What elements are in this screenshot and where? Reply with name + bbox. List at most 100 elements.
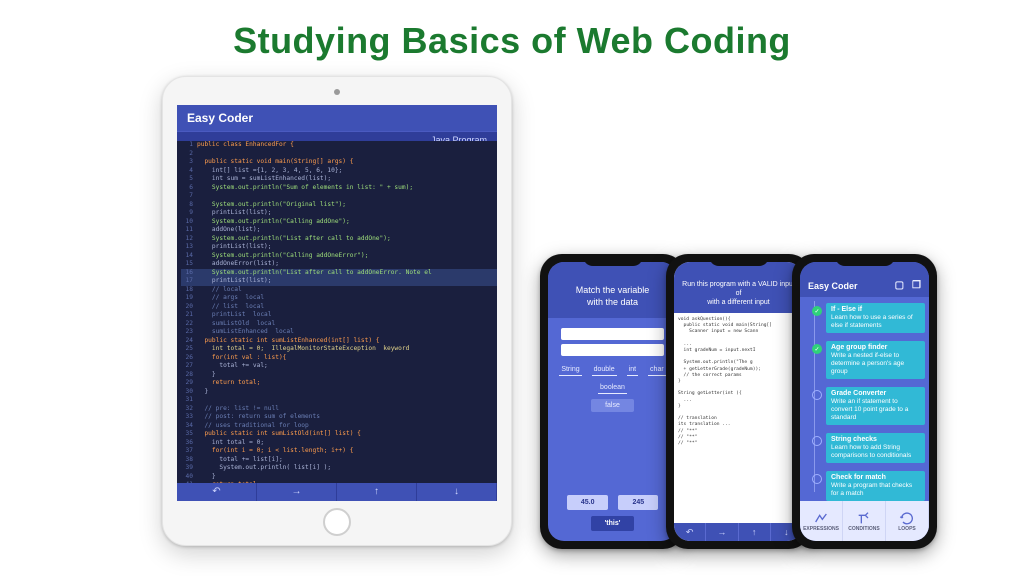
lesson-tab[interactable]: LOOPS [886, 501, 929, 541]
match-tag[interactable]: int [627, 364, 638, 376]
lesson-header: Easy Coder ▢ ❐ [800, 262, 929, 297]
code-line: 3 public static void main(String[] args)… [181, 158, 497, 167]
code-line: 31 [181, 396, 497, 405]
copy-icon[interactable]: ❐ [912, 280, 921, 291]
nav-undo-icon[interactable]: ↶ [674, 523, 706, 541]
lesson-item[interactable]: String checksLearn how to add String com… [826, 433, 925, 463]
match-tag[interactable]: String [559, 364, 581, 376]
lesson-item[interactable]: Grade ConverterWrite an if statement to … [826, 387, 925, 425]
check-icon: ✓ [812, 306, 822, 316]
code-line: 10 System.out.println("Calling addOne"); [181, 218, 497, 227]
code-editor[interactable]: 1public class EnhancedFor {23 public sta… [177, 141, 497, 483]
match-title-l2: with the data [587, 297, 638, 307]
code-line: 35 public static int sumListOld(int[] li… [181, 430, 497, 439]
code-line: 33 // post: return sum of elements [181, 413, 497, 422]
lesson-card[interactable]: String checksLearn how to add String com… [826, 433, 925, 463]
match-tag[interactable]: boolean [598, 382, 627, 394]
tablet-nav-bar: ↶ → ↑ ↓ [177, 483, 497, 501]
code-line: 5 int sum = sumListEnhanced(list); [181, 175, 497, 184]
run-nav-bar: ↶ → ↑ ↓ [674, 523, 803, 541]
lesson-tab[interactable]: CONDITIONS [843, 501, 886, 541]
match-tag[interactable]: double [592, 364, 617, 376]
code-line: 21 printList local [181, 311, 497, 320]
run-screen: Run this program with a VALID input of w… [674, 262, 803, 541]
match-slot[interactable] [561, 344, 664, 356]
code-line: 2 [181, 150, 497, 159]
match-button-main[interactable]: 'this' [591, 516, 635, 531]
code-line: 6 System.out.println("Sum of elements in… [181, 184, 497, 193]
app-title-bar: Easy Coder [177, 105, 497, 131]
code-line: 11 addOne(list); [181, 226, 497, 235]
lesson-card[interactable]: Grade ConverterWrite an if statement to … [826, 387, 925, 425]
circle-icon [812, 474, 822, 484]
code-line: 23 sumListEnhanced local [181, 328, 497, 337]
lesson-card[interactable]: Age group finderWrite a nested if-else t… [826, 341, 925, 379]
tablet-home-button[interactable] [323, 508, 351, 536]
code-line: 4 int[] list ={1, 2, 3, 4, 5, 6, 10}; [181, 167, 497, 176]
lesson-tab-label: CONDITIONS [848, 526, 879, 532]
code-line: 8 System.out.println("Original list"); [181, 201, 497, 210]
code-line: 36 int total = 0; [181, 439, 497, 448]
match-tags: String double intchar boolean [554, 360, 671, 394]
code-line: 14 System.out.println("Calling addOneErr… [181, 252, 497, 261]
match-title: Match the variable with the data [548, 262, 677, 318]
lesson-tab[interactable]: EXPRESSIONS [800, 501, 843, 541]
lesson-item[interactable]: ✓If - Else ifLearn how to use a series o… [826, 303, 925, 333]
lesson-screen: Easy Coder ▢ ❐ ✓ If - Else ifLearn how to… [800, 262, 929, 541]
run-code-view[interactable]: void askQuestion(){ public static void m… [674, 313, 803, 528]
run-header: Run this program with a VALID input of w… [674, 262, 803, 313]
code-line: 9 printList(list); [181, 209, 497, 218]
lesson-footer-tabs: EXPRESSIONS CONDITIONS LOOPS [800, 501, 929, 541]
code-line: 38 total += list[i]; [181, 456, 497, 465]
match-button-right[interactable]: 245 [618, 495, 658, 510]
code-line: 7 [181, 192, 497, 201]
document-icon[interactable]: ▢ [895, 280, 904, 291]
check-icon: ✓ [812, 344, 822, 354]
code-line: 39 System.out.println( list[i] ); [181, 464, 497, 473]
code-line: 17 printList(list); [181, 277, 497, 286]
match-bottom-buttons: 45.0 245 'this' [548, 489, 677, 541]
code-line: 25 int total = 0; IllegalMonitorStateExc… [181, 345, 497, 354]
match-tag-selected[interactable]: false [591, 399, 634, 412]
lesson-body: ✓ If - Else ifLearn how to use a series o… [800, 297, 929, 496]
nav-undo-icon[interactable]: ↶ [177, 483, 257, 501]
lesson-item[interactable]: ✓Age group finderWrite a nested if-else … [826, 341, 925, 379]
lesson-tab-label: LOOPS [898, 526, 916, 532]
phone-run-device: Run this program with a VALID input of w… [666, 254, 811, 549]
code-line: 24 public static int sumListEnhanced(int… [181, 337, 497, 346]
phone-notch [583, 254, 643, 266]
match-tag[interactable]: char [648, 364, 666, 376]
nav-forward-icon[interactable]: → [257, 483, 337, 501]
code-line: 29 return total; [181, 379, 497, 388]
match-button-left[interactable]: 45.0 [567, 495, 609, 510]
nav-forward-icon[interactable]: → [706, 523, 738, 541]
lesson-card[interactable]: If - Else ifLearn how to use a series of… [826, 303, 925, 333]
code-line: 16 System.out.println("List after call t… [181, 269, 497, 278]
lesson-card[interactable]: Check for matchWrite a program that chec… [826, 471, 925, 501]
phone-notch [709, 254, 769, 266]
code-line: 34 // uses traditional for loop [181, 422, 497, 431]
nav-up-icon[interactable]: ↑ [337, 483, 417, 501]
code-line: 20 // list local [181, 303, 497, 312]
code-line: 37 for(int i = 0; i < list.length; i++) … [181, 447, 497, 456]
code-line: 12 System.out.println("List after call t… [181, 235, 497, 244]
lesson-item[interactable]: Check for matchWrite a program that chec… [826, 471, 925, 501]
tablet-screen: Easy Coder Java Program 1public class En… [177, 105, 497, 501]
device-stage: Easy Coder Java Program 1public class En… [132, 76, 892, 556]
match-screen: Match the variable with the data Stringd… [548, 262, 677, 541]
tablet-camera [334, 89, 340, 95]
code-line: 32 // pre: list != null [181, 405, 497, 414]
code-line: 15 addOneError(list); [181, 260, 497, 269]
tablet-device: Easy Coder Java Program 1public class En… [162, 76, 512, 546]
circle-icon [812, 436, 822, 446]
code-line: 26 for(int val : list){ [181, 354, 497, 363]
match-slot[interactable] [561, 328, 664, 340]
code-line: 40 } [181, 473, 497, 482]
phone-lessons-device: Easy Coder ▢ ❐ ✓ If - Else ifLearn how to… [792, 254, 937, 549]
code-line: 30 } [181, 388, 497, 397]
code-line: 27 total += val; [181, 362, 497, 371]
nav-down-icon[interactable]: ↓ [417, 483, 497, 501]
nav-up-icon[interactable]: ↑ [739, 523, 771, 541]
code-line: 18 // local [181, 286, 497, 295]
code-line: 1public class EnhancedFor { [181, 141, 497, 150]
